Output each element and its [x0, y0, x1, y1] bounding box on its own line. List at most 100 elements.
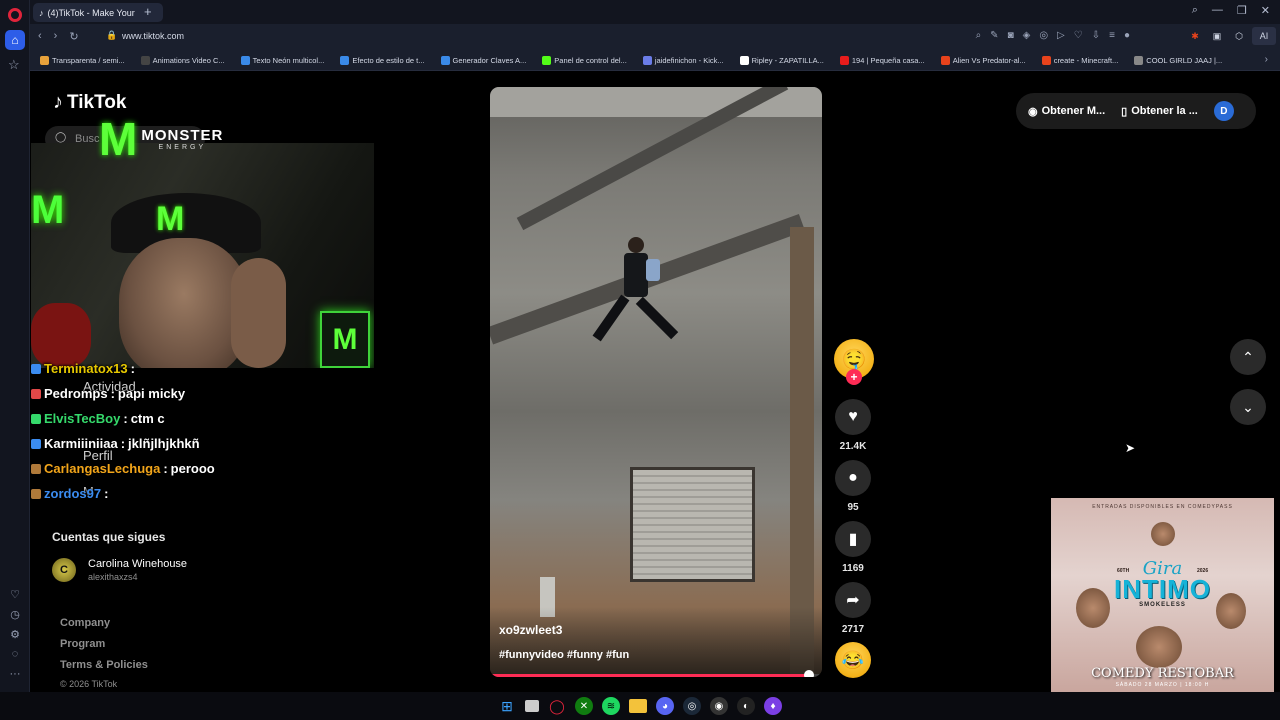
- shield-icon[interactable]: ◈: [1023, 30, 1031, 41]
- file-explorer-icon[interactable]: [629, 699, 647, 713]
- discord-icon[interactable]: ◕: [656, 697, 674, 715]
- poster-title: INTIMO: [1114, 574, 1211, 604]
- search-icon: ◯: [55, 132, 67, 143]
- edit-icon[interactable]: ✎: [990, 30, 998, 41]
- tiktok-logo[interactable]: ♪ TikTok: [53, 91, 126, 114]
- like-button[interactable]: ♥: [835, 399, 871, 435]
- reload-button[interactable]: ↻: [69, 30, 78, 43]
- extension-icon[interactable]: ⬡: [1230, 27, 1248, 45]
- bookmark-item[interactable]: Alien Vs Predator-al...: [940, 55, 1026, 65]
- obs-icon[interactable]: ◐: [737, 697, 755, 715]
- app-purple-icon[interactable]: ♦: [764, 697, 782, 715]
- task-view-icon[interactable]: [525, 700, 539, 712]
- comment-button[interactable]: ●: [835, 460, 871, 496]
- progress-fill: [490, 674, 809, 677]
- account-name: Carolina Winehouse: [88, 558, 188, 570]
- progress-handle[interactable]: [803, 670, 814, 677]
- monster-can-left: M: [31, 188, 65, 232]
- home-icon[interactable]: ⌂: [5, 30, 25, 50]
- video-hashtags[interactable]: #funnyvideo #funny #fun: [499, 649, 629, 661]
- chat-username: Karmiiiniiaa: [44, 436, 118, 451]
- lightbulb-icon[interactable]: ◌: [0, 644, 30, 664]
- more-icon[interactable]: ···: [0, 664, 30, 684]
- camera-icon[interactable]: ◙: [1008, 30, 1014, 41]
- chat-username: Terminatox13: [44, 361, 128, 376]
- app-icon[interactable]: ◉: [710, 697, 728, 715]
- share-button[interactable]: ➦: [835, 582, 871, 618]
- xbox-icon[interactable]: ✕: [575, 697, 593, 715]
- windows-start-icon[interactable]: ⊞: [498, 697, 516, 715]
- chat-badge-icon: [31, 363, 41, 374]
- video-player[interactable]: xo9zwleet3 #funnyvideo #funny #fun: [490, 87, 822, 677]
- zoom-icon[interactable]: ⌕: [976, 30, 982, 41]
- heart-icon[interactable]: ♡: [0, 584, 30, 604]
- extension-icon[interactable]: ▣: [1208, 27, 1226, 45]
- new-tab-button[interactable]: +: [144, 4, 152, 19]
- spotify-icon[interactable]: ≋: [602, 697, 620, 715]
- chat-badge-icon: [31, 488, 41, 499]
- follow-plus-icon[interactable]: +: [846, 369, 862, 385]
- save-button[interactable]: ▮: [835, 521, 871, 557]
- bookmark-item[interactable]: create - Minecraft...: [1041, 55, 1118, 65]
- bookmark-item[interactable]: 194 | Pequeña casa...: [839, 55, 925, 65]
- minimize-button[interactable]: —: [1212, 4, 1223, 17]
- bookmark-item[interactable]: Panel de control del...: [542, 55, 627, 65]
- back-button[interactable]: ‹: [38, 30, 42, 43]
- skater: [592, 237, 690, 377]
- video-username[interactable]: xo9zwleet3: [499, 623, 562, 637]
- play-icon[interactable]: ▷: [1057, 30, 1065, 41]
- chat-badge-icon: [31, 463, 41, 474]
- chat-message: Pedromps : papi micky: [31, 386, 185, 401]
- restore-button[interactable]: ❐: [1237, 4, 1247, 17]
- close-button[interactable]: ✕: [1261, 4, 1270, 17]
- bookmark-icon[interactable]: ☆: [8, 57, 20, 73]
- user-avatar[interactable]: D: [1213, 101, 1234, 121]
- bookmark-item[interactable]: Ripley - ZAPATILLA...: [739, 55, 824, 65]
- steam-icon[interactable]: ◎: [683, 697, 701, 715]
- profile-icon[interactable]: ●: [1124, 30, 1130, 41]
- laugh-emoji-icon[interactable]: 😂: [835, 642, 871, 678]
- opera-logo-icon[interactable]: [8, 8, 22, 22]
- bookmark-favicon-icon: [1041, 55, 1051, 65]
- vpn-icon[interactable]: ◎: [1039, 30, 1048, 41]
- lock-icon[interactable]: 🔒: [106, 30, 117, 41]
- bookmarks-more-icon[interactable]: ›: [1265, 54, 1268, 65]
- footer-program[interactable]: Program: [60, 638, 105, 650]
- bookmark-item[interactable]: COOL GIRLD JAAJ |...: [1134, 55, 1222, 65]
- bookmark-item[interactable]: Generador Claves A...: [440, 55, 526, 65]
- heart-outline-icon[interactable]: ♡: [1074, 30, 1083, 41]
- phone-icon: ▯: [1121, 105, 1128, 118]
- chat-text: jklñjlhjkhkñ: [128, 436, 200, 451]
- bookmark-item[interactable]: Animations Video C...: [140, 55, 225, 65]
- url-field[interactable]: www.tiktok.com: [122, 31, 184, 41]
- bookmark-item[interactable]: jaidefinichon - Kick...: [642, 55, 724, 65]
- opera-icon[interactable]: ◯: [548, 697, 566, 715]
- monster-energy-logo: M MONSTER ENERGY: [99, 113, 224, 165]
- video-progress[interactable]: [490, 670, 822, 677]
- next-video-button[interactable]: ⌄: [1230, 389, 1266, 425]
- history-icon[interactable]: ◷: [0, 604, 30, 624]
- footer-company[interactable]: Company: [60, 617, 110, 629]
- coin-icon: ◉: [1028, 105, 1038, 118]
- download-icon[interactable]: ⇩: [1092, 30, 1100, 41]
- bookmark-item[interactable]: Efecto de estilo de t...: [340, 55, 425, 65]
- search-tabs-icon[interactable]: ⌕: [1192, 4, 1198, 17]
- bookmark-item[interactable]: Texto Neón multicol...: [240, 55, 324, 65]
- forward-button[interactable]: ›: [54, 30, 58, 43]
- top-right-actions: ◉ Obtener M... ▯ Obtener la ... D: [1016, 93, 1256, 129]
- settings-icon[interactable]: ⚙: [0, 624, 30, 644]
- chat-message: CarlangasLechuga : perooo: [31, 461, 215, 476]
- ai-button[interactable]: AI: [1252, 27, 1276, 45]
- get-m-button[interactable]: ◉ Obtener M...: [1028, 105, 1105, 118]
- previous-video-button[interactable]: ⌃: [1230, 339, 1266, 375]
- footer-terms[interactable]: Terms & Policies: [60, 659, 148, 671]
- copyright: © 2026 TikTok: [60, 679, 118, 689]
- bookmark-favicon-icon: [240, 55, 250, 65]
- get-app-button[interactable]: ▯ Obtener la ...: [1121, 105, 1198, 118]
- menu-icon[interactable]: ≡: [1109, 30, 1115, 41]
- chat-badge-icon: [31, 438, 41, 449]
- chat-message: Terminatox13 :: [31, 361, 138, 376]
- bookmark-item[interactable]: Transparenta / semi...: [40, 55, 125, 65]
- followed-account[interactable]: C Carolina Winehouse alexithaxzs4: [52, 558, 187, 582]
- extension-icon[interactable]: ✱: [1186, 27, 1204, 45]
